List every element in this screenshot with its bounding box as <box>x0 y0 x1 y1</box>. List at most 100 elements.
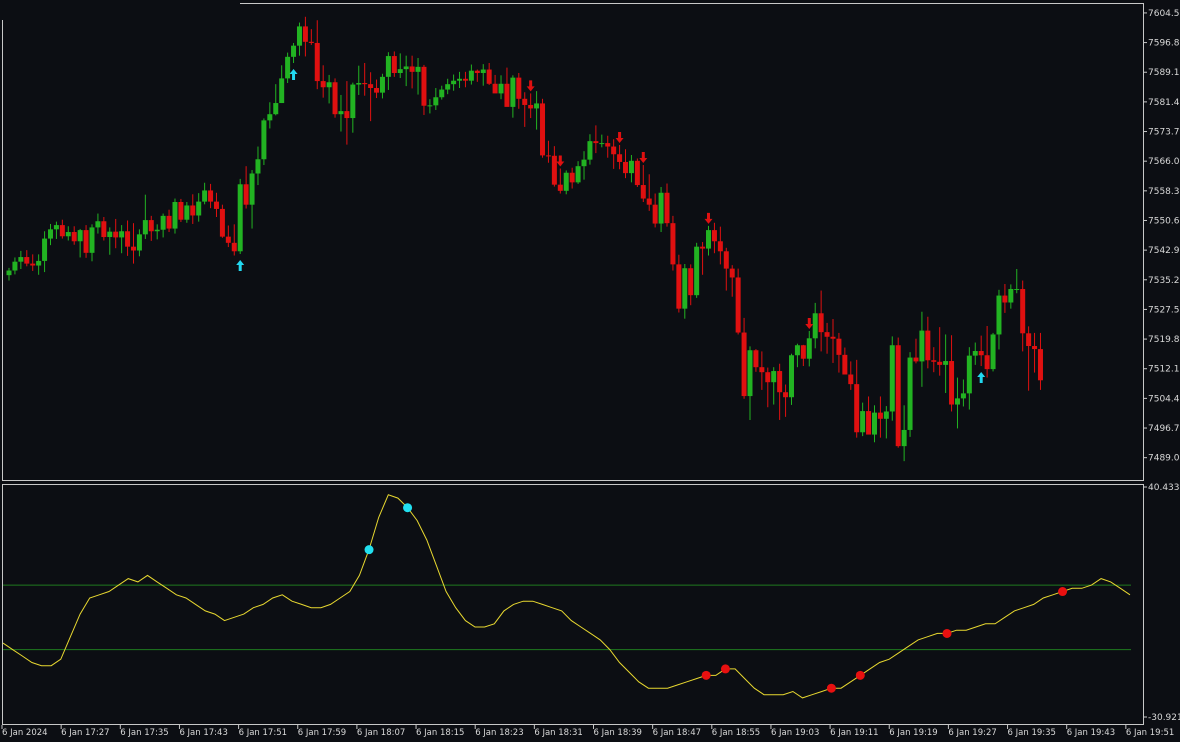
candle-body <box>954 398 960 405</box>
candle-body <box>545 155 551 157</box>
candle-body <box>1014 289 1020 291</box>
candle-body <box>462 78 468 81</box>
candle-body <box>172 201 178 229</box>
candle-body <box>433 97 439 106</box>
candle-body <box>866 411 872 435</box>
candle-body <box>783 392 789 398</box>
candle-body <box>213 201 219 209</box>
candle-body <box>931 360 937 362</box>
candle-body <box>901 429 907 447</box>
candle-body <box>498 83 504 94</box>
candle-body <box>53 225 59 230</box>
candle-body <box>540 103 546 156</box>
candle-body <box>125 231 131 247</box>
candle-body <box>824 332 830 337</box>
candle-body <box>670 223 676 265</box>
candle-body <box>794 345 800 356</box>
time-tick-label: 6 Jan 19:11 <box>830 728 878 738</box>
candle-body <box>237 184 243 252</box>
candle-body <box>202 190 208 202</box>
candle-body <box>747 350 753 397</box>
candle-body <box>445 84 451 90</box>
candle-body <box>557 184 563 191</box>
candle-body <box>623 161 629 174</box>
candle-body <box>65 232 71 237</box>
candle-body <box>486 69 492 84</box>
candle-body <box>883 411 889 419</box>
candle-body <box>919 330 925 362</box>
candle <box>634 158 640 187</box>
price-tick-label: 7589.10 <box>1148 68 1180 78</box>
candle-body <box>788 355 794 398</box>
candle-body <box>717 241 723 252</box>
oscillator-buy-dot <box>364 545 374 555</box>
trading-chart[interactable]: 7604.50 7596.80 7589.10 7581.40 7573.70 7566.… <box>0 0 1180 742</box>
candle-body <box>688 268 694 296</box>
candle-body <box>130 246 136 251</box>
price-tick-label: 7573.70 <box>1148 128 1180 138</box>
candle-body <box>1032 346 1038 350</box>
candle-body <box>59 225 65 237</box>
candle-body <box>818 313 824 333</box>
time-tick-label: 6 Jan 18:47 <box>653 728 701 738</box>
candle-body <box>47 229 53 239</box>
candle-body <box>1026 333 1032 347</box>
candle-body <box>279 78 285 104</box>
time-tick-label: 6 Jan 18:55 <box>712 728 760 738</box>
candle <box>540 98 546 158</box>
candle-body <box>439 89 445 98</box>
candle-body <box>190 205 196 216</box>
oscillator-sell-dot <box>701 670 711 680</box>
candle <box>563 170 569 195</box>
candle-body <box>6 270 12 276</box>
candle-body <box>362 83 368 85</box>
candle-body <box>854 384 860 433</box>
price-tick-label: 7550.60 <box>1148 216 1180 226</box>
candle-body <box>706 230 712 249</box>
time-tick-label: 6 Jan 17:59 <box>298 728 346 738</box>
candle-body <box>451 80 457 85</box>
oscillator-tick-label: -30.921 <box>1148 713 1180 723</box>
price-tick-label: 7504.40 <box>1148 394 1180 404</box>
candle-body <box>101 221 107 238</box>
candle-body <box>338 111 344 115</box>
time-tick-label: 6 Jan 17:27 <box>61 728 109 738</box>
candle-body <box>984 355 990 370</box>
candle-body <box>302 26 308 42</box>
candle-body <box>972 351 978 356</box>
price-tick-label: 7512.10 <box>1148 365 1180 375</box>
candle-body <box>569 172 575 183</box>
candle-body <box>391 56 397 74</box>
candle <box>735 268 741 335</box>
candle-body <box>664 192 670 224</box>
candle-body <box>142 220 148 235</box>
candle-body <box>196 201 202 216</box>
candle-body <box>504 83 510 107</box>
candle <box>895 337 901 448</box>
candle-body <box>587 141 593 160</box>
candle-body <box>166 215 172 229</box>
candle-body <box>178 201 184 220</box>
candle-body <box>36 260 42 266</box>
time-tick-label: 6 Jan 18:39 <box>594 728 642 738</box>
oscillator-sell-dot <box>826 683 836 693</box>
candle-body <box>960 393 966 399</box>
candle-body <box>30 263 36 266</box>
candle-body <box>350 84 356 119</box>
candle-body <box>830 336 836 339</box>
candle-body <box>617 154 623 162</box>
price-tick-label: 7489.00 <box>1148 454 1180 464</box>
candle-body <box>492 83 498 94</box>
time-tick-label: 6 Jan 19:03 <box>771 728 819 738</box>
candle-body <box>225 236 231 243</box>
candle-body <box>913 357 919 362</box>
candle-body <box>1002 295 1008 303</box>
oscillator-sell-dot <box>1058 587 1068 597</box>
candle-body <box>136 234 142 251</box>
candle-body <box>1037 349 1043 381</box>
candle-body <box>628 160 634 174</box>
time-tick-label: 6 Jan 18:23 <box>475 728 523 738</box>
candle-body <box>652 204 658 224</box>
candle-body <box>634 160 640 186</box>
price-tick-label: 7558.30 <box>1148 187 1180 197</box>
